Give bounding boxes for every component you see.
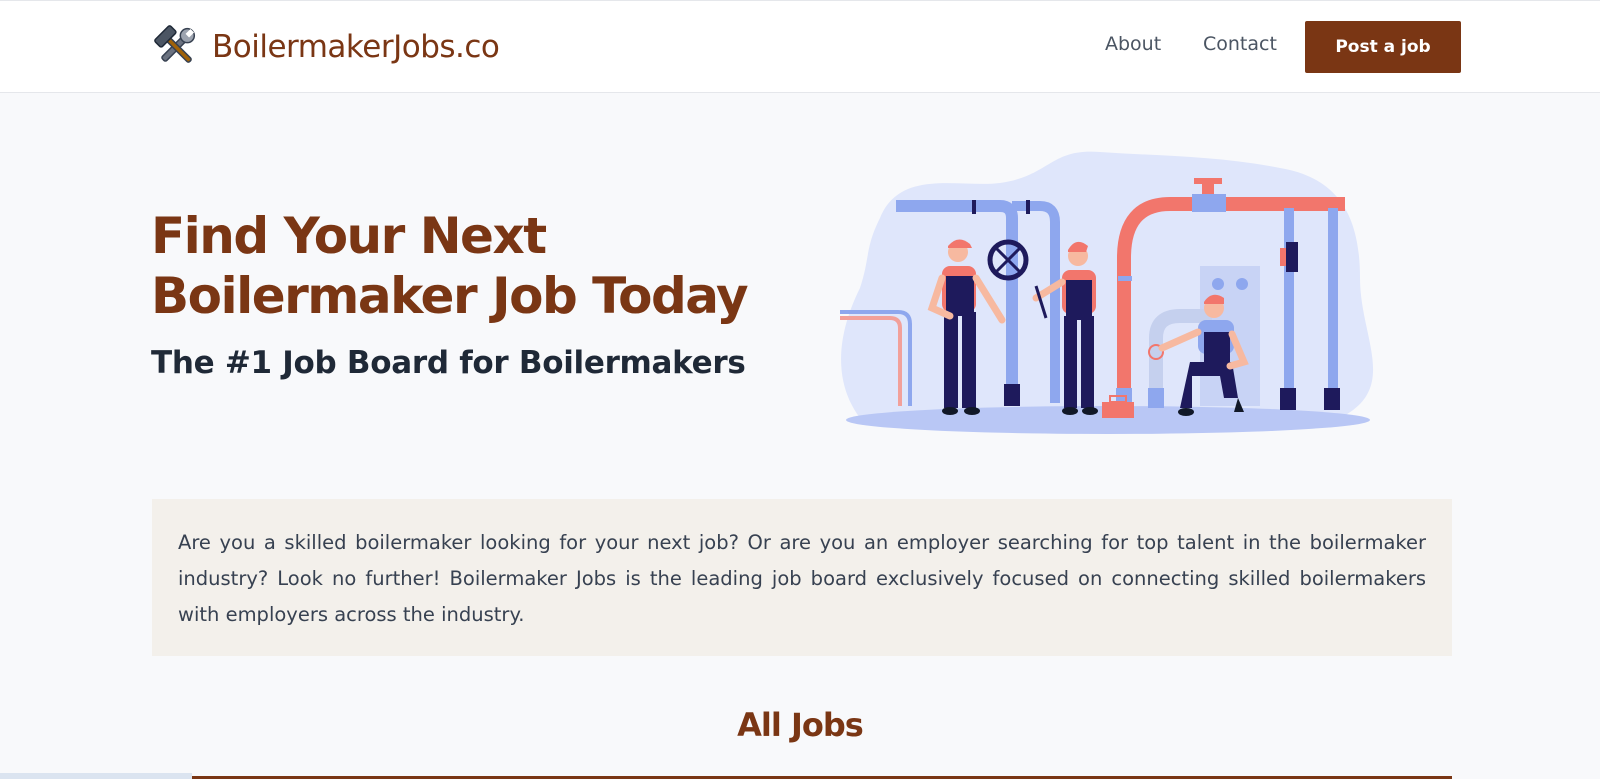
post-job-button[interactable]: Post a job (1305, 21, 1461, 73)
all-jobs-title: All Jobs (737, 706, 864, 744)
hero-title: Find Your Next Boilermaker Job Today (151, 207, 749, 325)
workers-fixing-pipes-illustration (840, 151, 1374, 434)
page: BoilermakerJobs.co About Contact Post a … (0, 0, 1600, 779)
hammer-wrench-icon (154, 25, 196, 63)
intro-text: Are you a skilled boilermaker looking fo… (178, 531, 1426, 626)
logo-text: BoilermakerJobs.co (212, 29, 500, 65)
site-header: BoilermakerJobs.co About Contact Post a … (0, 1, 1600, 93)
site-logo[interactable]: BoilermakerJobs.co (152, 21, 500, 73)
nav-contact-link[interactable]: Contact (1203, 33, 1277, 55)
nav-about-link[interactable]: About (1105, 33, 1161, 55)
hero-subtitle: The #1 Job Board for Boilermakers (151, 345, 746, 381)
corner-tab (0, 773, 192, 779)
intro-box: Are you a skilled boilermaker looking fo… (152, 499, 1452, 656)
